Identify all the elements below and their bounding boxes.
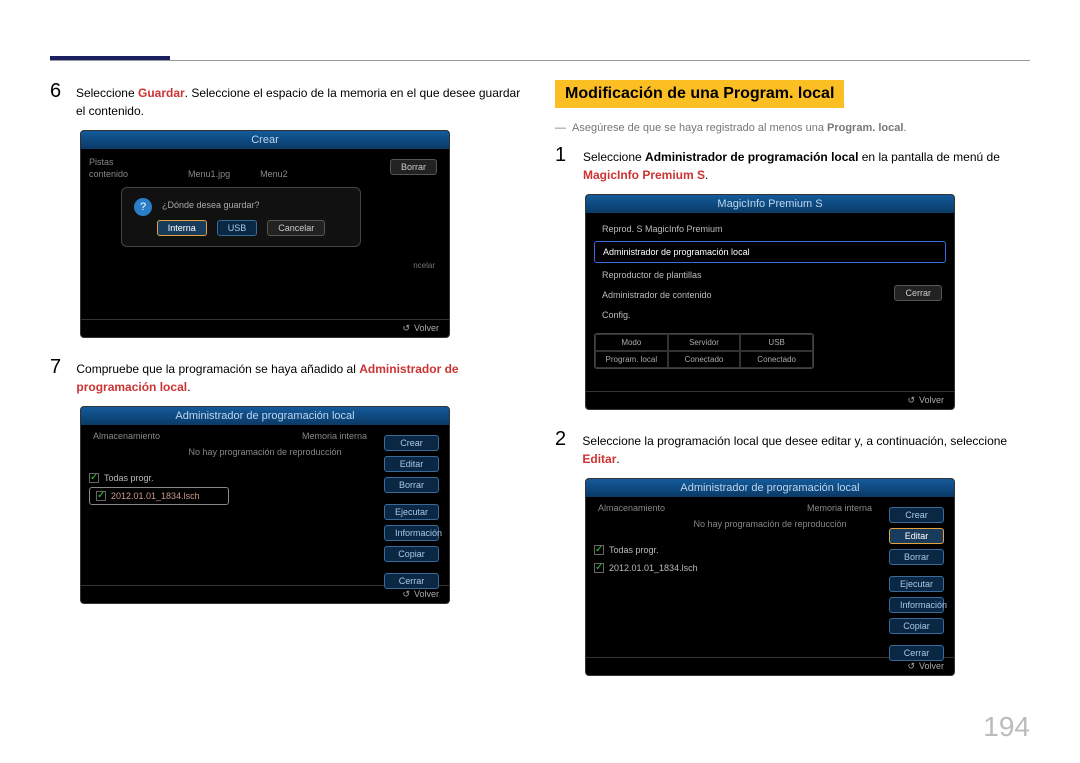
label-almacenamiento: Almacenamiento <box>598 503 665 513</box>
panel-crear-title: Crear <box>81 131 449 149</box>
btn-crear[interactable]: Crear <box>384 435 439 451</box>
page-number: 194 <box>983 711 1030 743</box>
btn-editar[interactable]: Editar <box>384 456 439 472</box>
menu-config[interactable]: Config. <box>594 305 946 325</box>
checkbox-icon <box>594 545 604 555</box>
step-1-number: 1 <box>555 144 571 184</box>
step-7-number: 7 <box>50 356 64 396</box>
side-buttons-right: Crear Editar Borrar Ejecutar Información… <box>889 507 944 661</box>
checkbox-icon <box>594 563 604 573</box>
panel-magicinfo-footer[interactable]: Volver <box>586 391 954 409</box>
td-servidor: Conectado <box>668 351 741 368</box>
label-memoria: Memoria interna <box>807 503 872 513</box>
step-6-number: 6 <box>50 80 64 120</box>
btn-crear[interactable]: Crear <box>889 507 944 523</box>
side-buttons-left: Crear Editar Borrar Ejecutar Información… <box>384 435 439 589</box>
status-table: Modo Servidor USB Program. local Conecta… <box>594 333 814 369</box>
btn-cancelar[interactable]: Cancelar <box>267 220 325 236</box>
panel-magicinfo-title: MagicInfo Premium S <box>586 195 954 213</box>
step-1-text: Seleccione Administrador de programación… <box>583 144 1000 184</box>
header-rule <box>50 60 1030 61</box>
btn-cerrar-magic[interactable]: Cerrar <box>894 285 942 301</box>
th-usb: USB <box>740 334 813 351</box>
note-text: Asegúrese de que se haya registrado al m… <box>572 122 906 134</box>
menu-admin-prog-local[interactable]: Administrador de programación local <box>594 241 946 263</box>
t: Seleccione <box>76 86 138 100</box>
btn-usb[interactable]: USB <box>217 220 258 236</box>
right-column: Modificación de una Program. local ― Ase… <box>555 40 1030 694</box>
btn-cerrar[interactable]: Cerrar <box>889 645 944 661</box>
th-servidor: Servidor <box>668 334 741 351</box>
panel-magicinfo: MagicInfo Premium S Reprod. S MagicInfo … <box>585 194 955 410</box>
step-6: 6 Seleccione Guardar. Seleccione el espa… <box>50 80 525 120</box>
menu-reprod[interactable]: Reprod. S MagicInfo Premium <box>594 219 946 239</box>
btn-info[interactable]: Información <box>384 525 439 541</box>
panel-admin-right: Administrador de programación local Alma… <box>585 478 955 676</box>
btn-copiar[interactable]: Copiar <box>889 618 944 634</box>
panel-admin-right-title: Administrador de programación local <box>586 479 954 497</box>
t: Compruebe que la programación se haya añ… <box>76 362 359 376</box>
label-almacenamiento: Almacenamiento <box>93 431 160 441</box>
th-modo: Modo <box>595 334 668 351</box>
section-heading: Modificación de una Program. local <box>555 80 844 108</box>
dialog-question: ¿Dónde desea guardar? <box>162 200 342 210</box>
save-dialog: ? ¿Dónde desea guardar? Interna USB Canc… <box>121 187 361 247</box>
btn-borrar[interactable]: Borrar <box>384 477 439 493</box>
label-contenido: contenido <box>89 169 128 179</box>
row-prog[interactable]: 2012.01.01_1834.lsch <box>89 487 229 505</box>
t-bold: Guardar <box>138 86 185 100</box>
panel-admin-left: Administrador de programación local Alma… <box>80 406 450 604</box>
step-7: 7 Compruebe que la programación se haya … <box>50 356 525 396</box>
file2: Menu2 <box>260 169 288 179</box>
btn-ejecutar[interactable]: Ejecutar <box>384 504 439 520</box>
btn-editar[interactable]: Editar <box>889 528 944 544</box>
menu-admin-cont[interactable]: Administrador de contenido <box>594 285 946 305</box>
label-memoria: Memoria interna <box>302 431 367 441</box>
label-pistas: Pistas <box>89 157 114 167</box>
td-program: Program. local <box>595 351 668 368</box>
checkbox-icon <box>89 473 99 483</box>
btn-borrar[interactable]: Borrar <box>889 549 944 565</box>
td-usb: Conectado <box>740 351 813 368</box>
hidden-bg-text: ncelar <box>413 261 435 270</box>
step-1: 1 Seleccione Administrador de programaci… <box>555 144 1030 184</box>
panel-crear-footer[interactable]: Volver <box>81 319 449 337</box>
note-line: ― Asegúrese de que se haya registrado al… <box>555 122 1030 134</box>
left-column: 6 Seleccione Guardar. Seleccione el espa… <box>50 40 525 694</box>
info-icon: ? <box>134 198 152 216</box>
btn-interna[interactable]: Interna <box>157 220 207 236</box>
checkbox-icon <box>96 491 106 501</box>
step-6-text: Seleccione Guardar. Seleccione el espaci… <box>76 80 525 120</box>
file1: Menu1.jpg <box>188 169 230 179</box>
menu-plantillas[interactable]: Reproductor de plantillas <box>594 265 946 285</box>
btn-copiar[interactable]: Copiar <box>384 546 439 562</box>
step-2-text: Seleccione la programación local que des… <box>582 428 1030 468</box>
btn-cerrar[interactable]: Cerrar <box>384 573 439 589</box>
btn-info[interactable]: Información <box>889 597 944 613</box>
step-2: 2 Seleccione la programación local que d… <box>555 428 1030 468</box>
panel-crear: Crear Pistas Borrar contenido Menu1.jpg … <box>80 130 450 338</box>
step-2-number: 2 <box>555 428 570 468</box>
top-borrar-btn[interactable]: Borrar <box>390 159 437 175</box>
t: . <box>187 380 190 394</box>
panel-admin-left-title: Administrador de programación local <box>81 407 449 425</box>
step-7-text: Compruebe que la programación se haya añ… <box>76 356 525 396</box>
btn-ejecutar[interactable]: Ejecutar <box>889 576 944 592</box>
dash-icon: ― <box>555 122 566 134</box>
